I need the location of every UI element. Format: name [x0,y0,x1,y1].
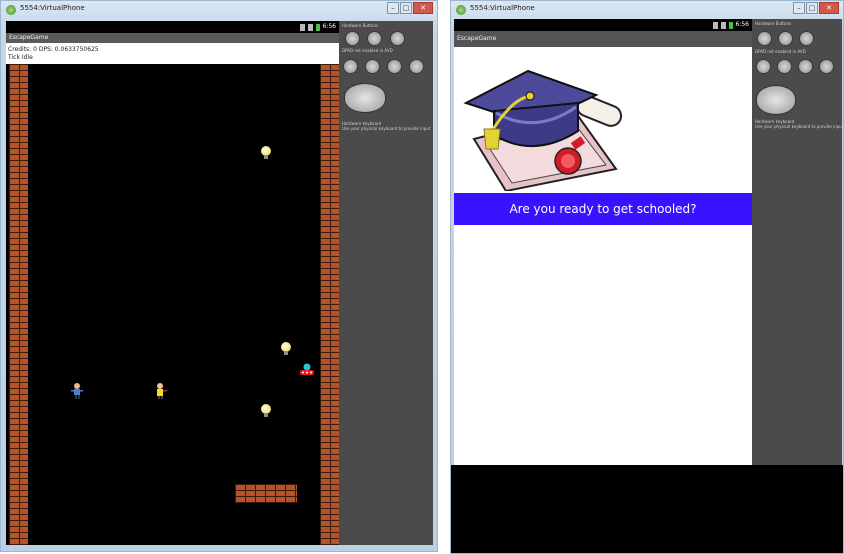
minimize-icon[interactable]: – [793,2,805,14]
lightbulb-powerup [280,342,292,356]
menu-button-icon[interactable] [777,59,792,74]
search-button-icon[interactable] [409,59,424,74]
camera-button-icon[interactable] [757,31,772,46]
volume-up-button-icon[interactable] [390,31,405,46]
battery-icon [315,23,320,31]
volume-down-button-icon[interactable] [778,31,793,46]
player-sprite [152,382,168,400]
status-bar: 6:56 [454,19,752,31]
maximize-icon[interactable]: □ [400,2,412,14]
status-time: 6:56 [322,23,336,30]
game-canvas[interactable] [6,64,339,545]
enemy-ship-sprite [298,362,316,376]
signal-icon [720,21,726,29]
hardware-buttons-label: Hardware Buttons [342,23,379,28]
status-time: 6:56 [735,21,749,28]
volume-down-button-icon[interactable] [367,31,382,46]
credits-text: Credits: 0 DPS: 0.0633750625 [8,46,99,53]
lightbulb-powerup [260,146,272,160]
dpad-control-icon[interactable] [756,85,796,115]
npc-sprite [70,382,84,400]
dpad-label: DPAD not enabled in AVD [342,48,393,53]
emulator-window-right: 5554:VirtualPhone – □ ✕ 6:56 EscapeGame [450,0,844,554]
signal-icon [307,23,313,31]
device-screen[interactable]: 6:56 EscapeGame Credits: 0 DPS: 0.063375… [6,21,339,545]
emulator-controls-panel: Hardware Buttons DPAD not enabled in AVD… [339,21,433,545]
close-icon[interactable]: ✕ [819,2,839,14]
usb-icon [712,21,718,29]
lightbulb-powerup [260,404,272,418]
emulator-controls-panel: Hardware Buttons DPAD not enabled in AVD… [752,19,844,465]
minimize-icon[interactable]: – [387,2,399,14]
home-button-icon[interactable] [756,59,771,74]
back-button-icon[interactable] [387,59,402,74]
device-screen[interactable]: 6:56 EscapeGame Are you ready to get sch… [454,19,752,465]
camera-button-icon[interactable] [345,31,360,46]
status-bar: 6:56 [6,21,339,33]
back-button-icon[interactable] [798,59,813,74]
usb-icon [299,23,305,31]
action-bar: EscapeGame [454,31,752,47]
game-info-panel: Credits: 0 DPS: 0.0633750625 Tick Idle [6,43,339,64]
banner-text: Are you ready to get schooled? [509,202,697,216]
window-title: 5554:VirtualPhone [20,4,85,12]
hardware-keyboard-sublabel: Use your physical keyboard to provide in… [755,124,844,129]
maximize-icon[interactable]: □ [806,2,818,14]
dpad-control-icon[interactable] [344,83,386,113]
brick-platform [235,484,297,503]
app-title: EscapeGame [9,34,49,41]
app-title: EscapeGame [457,35,497,42]
action-bar: EscapeGame [6,33,339,43]
graduation-cap-diploma-illustration [456,51,631,193]
search-button-icon[interactable] [819,59,834,74]
battery-icon [728,21,733,29]
android-app-icon [456,5,466,15]
left-brick-wall [9,64,28,545]
home-button-icon[interactable] [343,59,358,74]
window-titlebar[interactable]: 5554:VirtualPhone – □ ✕ [451,1,843,19]
black-bottom-area [451,465,843,553]
hardware-keyboard-sublabel: Use your physical keyboard to provide in… [342,126,431,131]
menu-button-icon[interactable] [365,59,380,74]
window-title: 5554:VirtualPhone [470,4,535,12]
android-app-icon [6,5,16,15]
screen-empty-area [454,225,752,465]
close-icon[interactable]: ✕ [413,2,433,14]
dpad-label: DPAD not enabled in AVD [755,49,806,54]
window-titlebar[interactable]: 5554:VirtualPhone – □ ✕ [1,1,437,19]
volume-up-button-icon[interactable] [799,31,814,46]
emulator-window-left: 5554:VirtualPhone – □ ✕ 6:56 EscapeGame … [0,0,438,552]
hardware-buttons-label: Hardware Buttons [755,21,792,26]
right-brick-wall [320,64,339,545]
ready-banner[interactable]: Are you ready to get schooled? [454,193,752,225]
tick-status-text: Tick Idle [8,54,33,61]
